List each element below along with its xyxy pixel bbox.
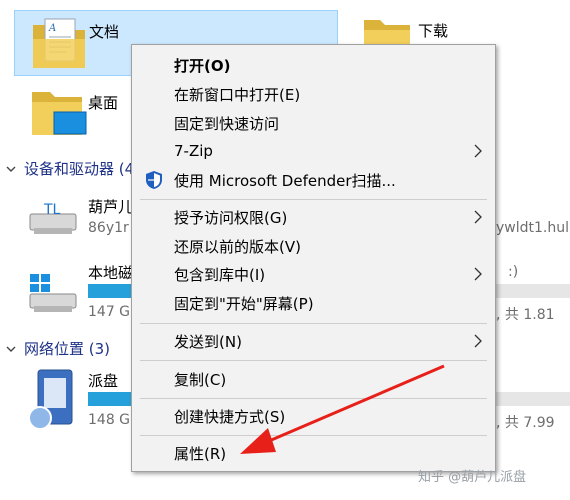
annotation-arrow-icon [240, 364, 445, 454]
watermark: 知乎 @葫芦儿派盘 [418, 470, 527, 485]
